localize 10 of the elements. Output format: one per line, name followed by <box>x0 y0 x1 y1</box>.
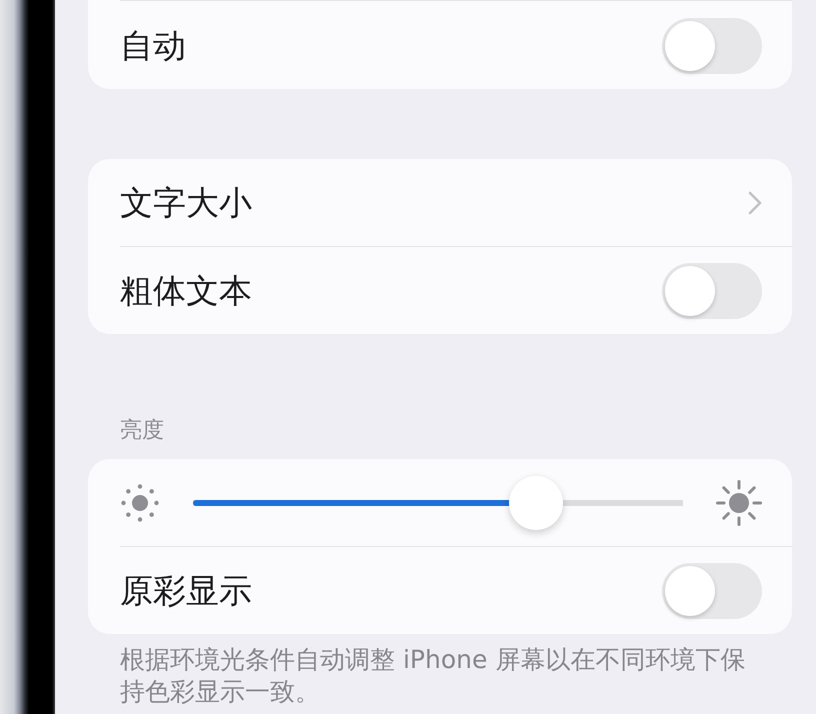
dim-sun-icon <box>120 482 160 522</box>
slider-thumb[interactable] <box>509 476 563 530</box>
setting-label[interactable]: 文字大小 <box>120 182 748 222</box>
setting-label: 原彩显示 <box>120 570 253 610</box>
setting-label: 自动 <box>120 26 187 66</box>
chevron-right-icon <box>748 190 762 214</box>
section-header: 亮度 <box>120 417 165 445</box>
setting-label: 粗体文本 <box>120 270 253 310</box>
section-footer-text: 根据环境光条件自动调整 iPhone 屏幕以在不同环境下保持色彩显示一致。 <box>119 644 746 708</box>
bright-sun-icon <box>716 480 762 526</box>
